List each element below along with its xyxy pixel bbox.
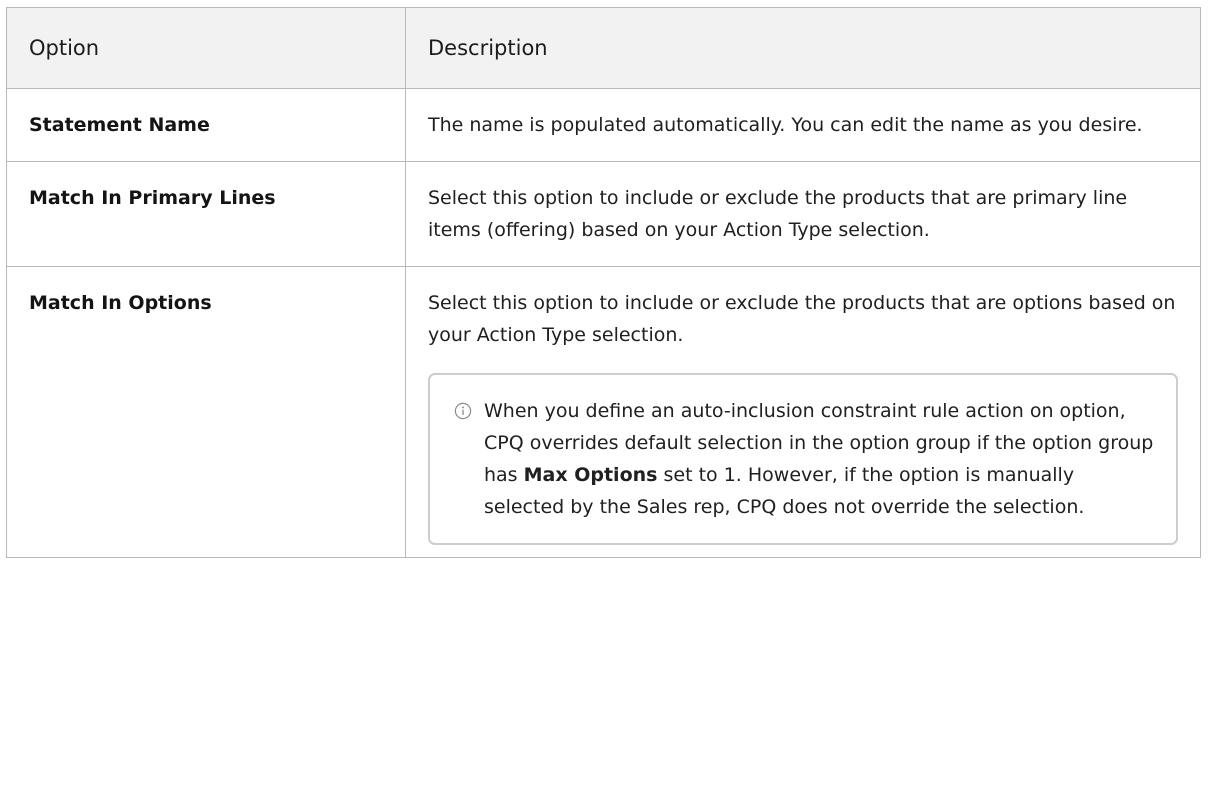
table-row: Match In Options Select this option to i…	[6, 266, 1201, 558]
options-table: Option Description Statement Name The na…	[6, 7, 1201, 558]
option-name: Match In Options	[6, 266, 406, 558]
option-name: Match In Primary Lines	[6, 161, 406, 267]
note-text: When you define an auto-inclusion constr…	[484, 395, 1154, 523]
description-text: Select this option to include or exclude…	[428, 187, 1128, 241]
info-note: When you define an auto-inclusion constr…	[428, 373, 1178, 545]
note-bold-max-options: Max Options	[523, 464, 658, 486]
info-icon	[454, 402, 472, 420]
header-option: Option	[6, 7, 406, 89]
description-text: Select this option to include or exclude…	[428, 292, 1176, 346]
table-header-row: Option Description	[6, 7, 1201, 89]
option-description: Select this option to include or exclude…	[405, 266, 1201, 558]
option-description: Select this option to include or exclude…	[405, 161, 1201, 267]
option-name: Statement Name	[6, 88, 406, 162]
option-description: The name is populated automatically. You…	[405, 88, 1201, 162]
table-row: Match In Primary Lines Select this optio…	[6, 161, 1201, 267]
table-row: Statement Name The name is populated aut…	[6, 88, 1201, 162]
description-text: The name is populated automatically. You…	[428, 114, 1143, 136]
header-description: Description	[405, 7, 1201, 89]
